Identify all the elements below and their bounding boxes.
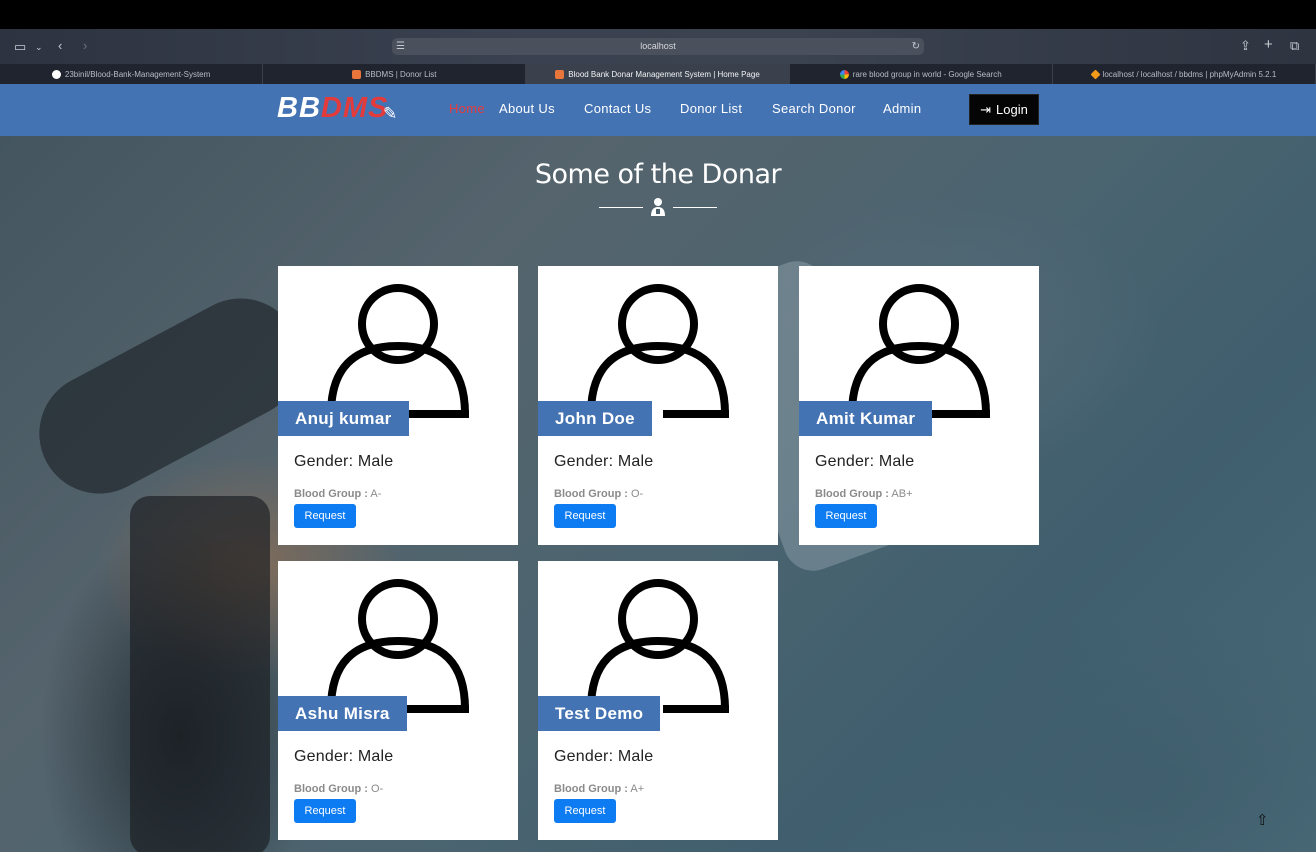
new-tab-icon[interactable]: + [1264, 37, 1273, 52]
blood-group-value: A+ [630, 783, 645, 795]
nav-search-donor[interactable]: Search Donor [772, 101, 856, 116]
sidebar-toggle-icon[interactable]: ▭ [14, 40, 26, 54]
tab-label: 23binil/Blood-Bank-Management-System [64, 69, 211, 79]
share-icon[interactable]: ⇪ [1240, 39, 1251, 53]
donor-blood-group: Blood Group : O- [554, 488, 643, 500]
donor-gender: Gender: Male [294, 453, 394, 470]
donor-blood-group: Blood Group : AB+ [815, 488, 913, 500]
donor-card: Amit Kumar Gender: Male Blood Group : AB… [799, 266, 1039, 545]
donor-card: Anuj kumar Gender: Male Blood Group : A-… [278, 266, 518, 545]
microscope-body [130, 496, 270, 852]
donor-gender: Gender: Male [815, 453, 915, 470]
divider-line [599, 207, 643, 208]
donor-name: Test Demo [538, 696, 661, 731]
request-button[interactable]: Request [554, 799, 616, 823]
brand-bb: BB [277, 92, 321, 124]
blood-group-label: Blood Group : [294, 488, 368, 500]
url-text: localhost [640, 41, 676, 51]
nav-admin[interactable]: Admin [883, 101, 921, 116]
tab-label: localhost / localhost / bbdms | phpMyAdm… [1102, 69, 1277, 79]
phpmyadmin-icon [1090, 69, 1100, 79]
site-icon [352, 69, 362, 79]
blood-group-label: Blood Group : [554, 488, 628, 500]
donor-card: Test Demo Gender: Male Blood Group : A+ … [538, 561, 778, 840]
nav-donor-list[interactable]: Donor List [680, 101, 742, 116]
syringe-icon: ✎ [383, 104, 398, 123]
user-avatar-icon [848, 284, 990, 418]
tab-label: rare blood group in world - Google Searc… [852, 69, 1002, 79]
request-button[interactable]: Request [815, 504, 877, 528]
tab-google-search[interactable]: rare blood group in world - Google Searc… [790, 64, 1053, 84]
user-avatar-icon [587, 579, 729, 713]
github-icon [51, 69, 61, 79]
tab-home-page[interactable]: Blood Bank Donar Management System | Hom… [526, 64, 790, 84]
donor-name: Anuj kumar [278, 401, 409, 436]
site-navbar [0, 84, 1316, 136]
sign-in-icon: ⇥ [980, 101, 992, 117]
screen-top-bar [0, 0, 1316, 29]
donor-gender: Gender: Male [554, 748, 654, 765]
donor-name: Amit Kumar [799, 401, 933, 436]
tab-github[interactable]: 23binil/Blood-Bank-Management-System [0, 64, 264, 84]
brand-dms: DMS [320, 92, 389, 124]
tab-donor-list[interactable]: BBDMS | Donor List [263, 64, 527, 84]
blood-group-value: O- [631, 488, 644, 500]
donor-blood-group: Blood Group : O- [294, 783, 383, 795]
blood-group-label: Blood Group : [554, 783, 628, 795]
blood-group-label: Blood Group : [294, 783, 368, 795]
donor-blood-group: Blood Group : A+ [554, 783, 644, 795]
scroll-to-top-icon[interactable]: ⇧ [1256, 811, 1269, 829]
address-bar[interactable]: ☰ localhost ↻ [392, 38, 924, 55]
donor-gender: Gender: Male [554, 453, 654, 470]
user-avatar-icon [327, 579, 469, 713]
login-button[interactable]: ⇥ Login [969, 94, 1039, 125]
request-button[interactable]: Request [554, 504, 616, 528]
reload-icon[interactable]: ↻ [912, 38, 920, 55]
tab-label: BBDMS | Donor List [365, 69, 437, 79]
donor-name: John Doe [538, 401, 652, 436]
blood-group-value: AB+ [891, 488, 913, 500]
user-avatar-icon [327, 284, 469, 418]
google-icon [839, 69, 849, 79]
divider-line [673, 207, 717, 208]
tab-bar: 23binil/Blood-Bank-Management-System BBD… [0, 64, 1316, 84]
tab-label: Blood Bank Donar Management System | Hom… [568, 69, 760, 79]
section-title: Some of the Donar [534, 159, 782, 190]
tab-phpmyadmin[interactable]: localhost / localhost / bbdms | phpMyAdm… [1053, 64, 1316, 84]
doctor-icon [649, 197, 667, 217]
donor-gender: Gender: Male [294, 748, 394, 765]
blood-group-label: Blood Group : [815, 488, 889, 500]
login-label: Login [996, 102, 1028, 117]
user-avatar-icon [587, 284, 729, 418]
site-icon [555, 69, 565, 79]
title-divider [599, 197, 717, 217]
blood-group-value: A- [370, 488, 382, 500]
back-icon[interactable]: ‹ [58, 39, 62, 53]
microscope-shadow [18, 277, 322, 515]
forward-icon[interactable]: › [83, 39, 87, 53]
donor-blood-group: Blood Group : A- [294, 488, 381, 500]
nav-about-us[interactable]: About Us [499, 101, 555, 116]
donor-name: Ashu Misra [278, 696, 407, 731]
tab-overview-icon[interactable]: ⧉ [1290, 39, 1299, 53]
request-button[interactable]: Request [294, 799, 356, 823]
chevron-down-icon[interactable]: ⌄ [35, 40, 43, 54]
nav-home[interactable]: Home [449, 101, 485, 116]
donor-card: John Doe Gender: Male Blood Group : O- R… [538, 266, 778, 545]
donor-card: Ashu Misra Gender: Male Blood Group : O-… [278, 561, 518, 840]
blood-group-value: O- [371, 783, 384, 795]
nav-contact-us[interactable]: Contact Us [584, 101, 651, 116]
brand-logo[interactable]: BBDMS [277, 92, 388, 125]
page-menu-icon[interactable]: ☰ [396, 38, 405, 55]
request-button[interactable]: Request [294, 504, 356, 528]
